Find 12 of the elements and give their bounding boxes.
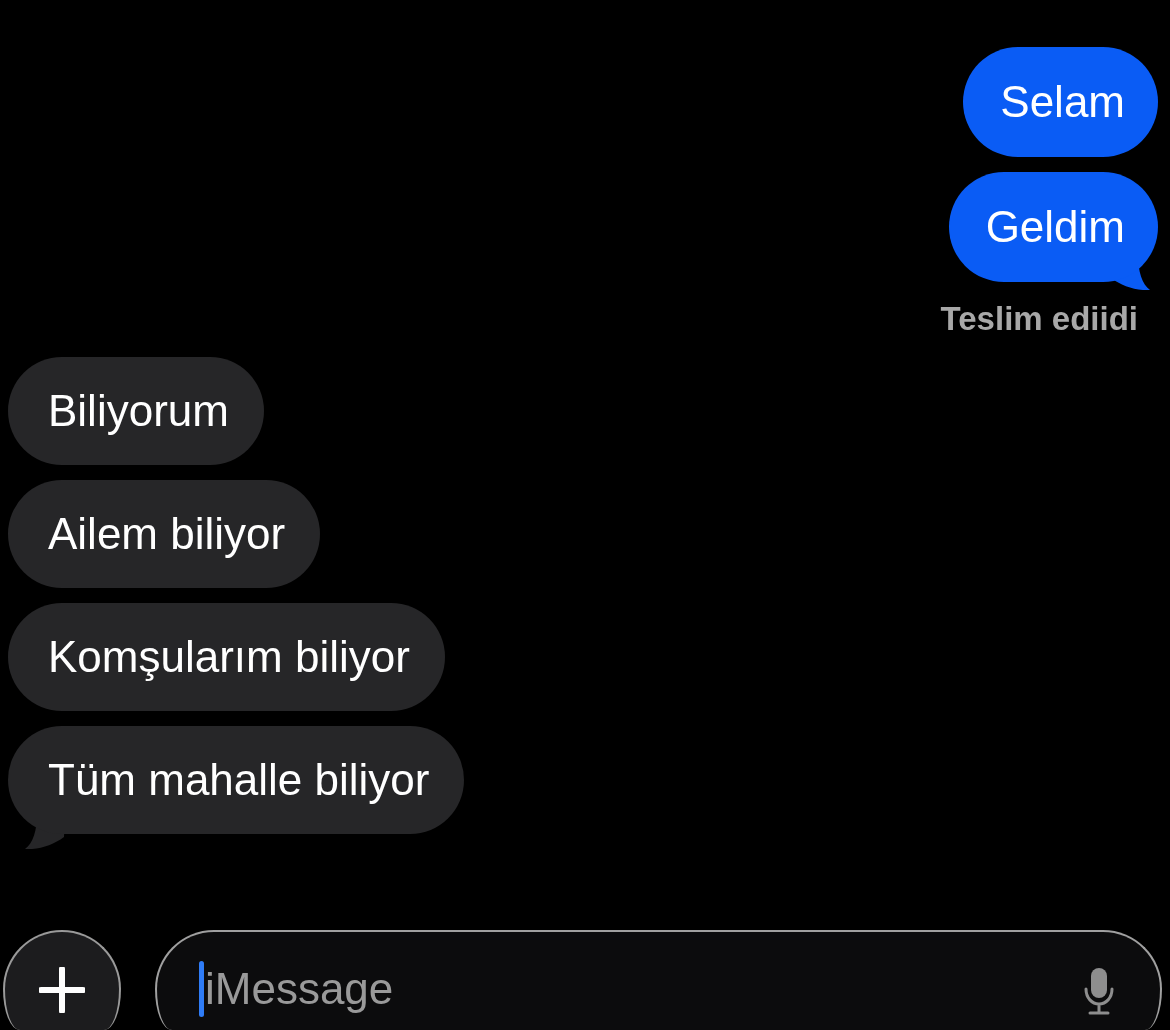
message-field[interactable]: iMessage [155,930,1162,1030]
message-bubble: Selam [963,47,1158,157]
message-bubble: Tüm mahalle biliyor [8,726,465,834]
message-bubble: Komşularım biliyor [8,603,445,711]
plus-icon [39,967,85,1013]
message-bubble: Ailem biliyor [8,480,321,588]
message-bubble: Geldim [948,172,1158,282]
microphone-icon[interactable] [1083,967,1115,1015]
text-cursor [199,961,204,1017]
message-bubble: Biliyorum [8,357,264,465]
delivery-status: Teslim ediidi [940,299,1138,339]
message-input[interactable]: iMessage [204,961,1083,1017]
